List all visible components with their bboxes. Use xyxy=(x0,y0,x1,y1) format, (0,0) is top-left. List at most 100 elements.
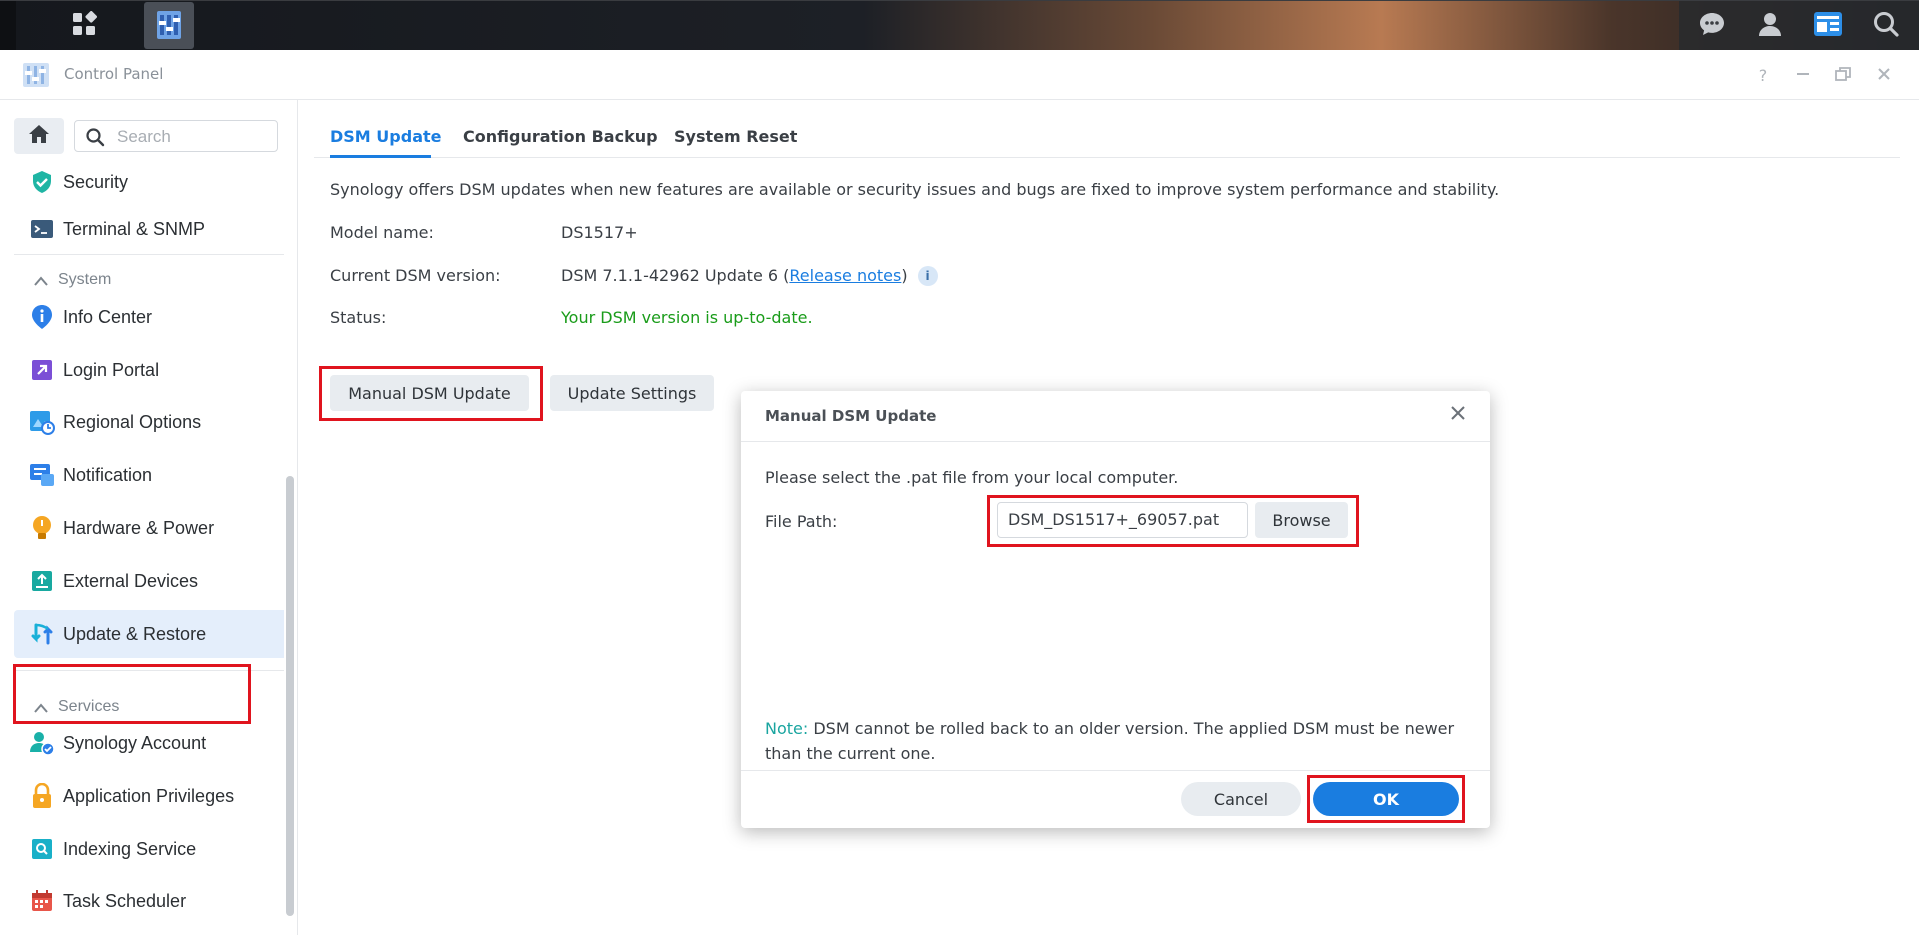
section-header-services[interactable]: Services xyxy=(34,695,119,719)
sidebar-item-label: Indexing Service xyxy=(63,838,197,859)
sidebar-item-synology-account[interactable]: Synology Account xyxy=(14,719,284,767)
model-name-value: DS1517+ xyxy=(561,223,638,242)
note-prefix: Note: xyxy=(765,719,809,738)
terminal-icon xyxy=(29,216,55,242)
shield-icon xyxy=(29,169,55,195)
update-settings-button[interactable]: Update Settings xyxy=(550,375,714,411)
sidebar-item-label: Regional Options xyxy=(63,411,202,432)
model-name-label: Model name: xyxy=(330,223,434,242)
indexing-icon xyxy=(29,836,55,862)
file-path-input[interactable]: DSM_DS1517+_69057.pat xyxy=(997,502,1248,538)
home-button[interactable] xyxy=(14,118,64,154)
status-label: Status: xyxy=(330,308,387,327)
close-icon xyxy=(1877,66,1891,85)
sidebar-item-task-scheduler[interactable]: Task Scheduler xyxy=(14,877,284,925)
sidebar-item-label: Hardware & Power xyxy=(63,517,215,538)
close-button[interactable] xyxy=(1873,64,1895,86)
manual-dsm-update-button[interactable]: Manual DSM Update xyxy=(330,375,529,411)
sidebar-scrollbar[interactable] xyxy=(286,476,294,916)
dialog-close-button[interactable] xyxy=(1446,403,1470,427)
minimize-icon xyxy=(1796,66,1810,85)
dsm-version-text: DSM 7.1.1-42962 Update 6 ( xyxy=(561,266,790,285)
search-input[interactable] xyxy=(115,125,274,149)
chevron-up-icon xyxy=(34,698,48,717)
sidebar: Security Terminal & SNMP System Info Cen… xyxy=(0,100,298,935)
sidebar-item-label: Terminal & SNMP xyxy=(63,218,206,239)
release-notes-link[interactable]: Release notes xyxy=(789,266,901,285)
maximize-button[interactable] xyxy=(1832,64,1854,86)
sidebar-item-label: Security xyxy=(63,171,129,192)
widgets-button[interactable] xyxy=(1803,1,1853,51)
sidebar-item-terminal-snmp[interactable]: Terminal & SNMP xyxy=(14,205,284,253)
calendar-icon xyxy=(29,888,55,914)
sidebar-item-label: Notification xyxy=(63,464,153,485)
control-panel-window: Control Panel ? Securi xyxy=(0,50,1919,935)
status-value: Your DSM version is up-to-date. xyxy=(561,308,813,327)
control-panel-app-icon xyxy=(154,7,184,45)
synology-account-icon xyxy=(29,730,55,756)
login-portal-icon xyxy=(29,357,55,383)
dialog-title: Manual DSM Update xyxy=(765,407,937,425)
taskbar xyxy=(0,0,1919,51)
sidebar-item-label: Update & Restore xyxy=(63,623,207,644)
sidebar-item-label: Task Scheduler xyxy=(63,890,187,911)
section-label: System xyxy=(58,271,112,288)
sidebar-item-label: External Devices xyxy=(63,570,199,591)
dialog-footer-divider xyxy=(741,770,1490,771)
chat-button[interactable] xyxy=(1687,1,1737,51)
tabs-divider xyxy=(314,157,1900,158)
control-panel-taskbar-button[interactable] xyxy=(144,2,194,49)
dsm-version-suffix: ) xyxy=(901,266,908,285)
note-text: DSM cannot be rolled back to an older ve… xyxy=(765,719,1455,763)
ok-button[interactable]: OK xyxy=(1313,782,1459,816)
home-icon xyxy=(28,124,50,148)
file-path-label: File Path: xyxy=(765,512,838,531)
sidebar-search[interactable] xyxy=(74,120,278,152)
help-button[interactable]: ? xyxy=(1752,64,1774,86)
sidebar-item-security[interactable]: Security xyxy=(14,162,284,202)
sidebar-item-label: Info Center xyxy=(63,306,153,327)
minimize-button[interactable] xyxy=(1792,64,1814,86)
update-description: Synology offers DSM updates when new fea… xyxy=(330,180,1500,199)
sidebar-item-label: Application Privileges xyxy=(63,785,235,806)
sidebar-item-regional-options[interactable]: Regional Options xyxy=(14,398,284,446)
active-tab-indicator xyxy=(330,155,431,158)
cancel-button[interactable]: Cancel xyxy=(1181,782,1301,816)
sidebar-item-login-portal[interactable]: Login Portal xyxy=(14,346,284,394)
sidebar-item-label: Synology Account xyxy=(63,732,207,753)
external-devices-icon xyxy=(29,568,55,594)
taskbar-edge xyxy=(0,1,16,51)
tab-system-reset[interactable]: System Reset xyxy=(674,122,797,162)
dsm-version-label: Current DSM version: xyxy=(330,266,501,285)
section-header-system[interactable]: System xyxy=(34,268,111,292)
notification-icon xyxy=(29,462,55,488)
sidebar-divider xyxy=(14,670,284,671)
widgets-icon xyxy=(1813,10,1843,42)
chat-icon xyxy=(1698,10,1726,42)
window-title: Control Panel xyxy=(64,65,164,83)
search-icon xyxy=(1872,10,1900,42)
update-restore-icon xyxy=(29,621,55,647)
sidebar-item-external-devices[interactable]: External Devices xyxy=(14,557,284,605)
user-button[interactable] xyxy=(1745,1,1795,51)
dialog-header-divider xyxy=(741,441,1490,442)
control-panel-app-icon xyxy=(22,62,50,88)
hardware-power-icon xyxy=(29,515,55,541)
sidebar-item-update-restore[interactable]: Update & Restore xyxy=(14,610,284,658)
search-icon xyxy=(85,127,105,151)
tab-configuration-backup[interactable]: Configuration Backup xyxy=(463,122,658,162)
browse-button[interactable]: Browse xyxy=(1255,502,1348,538)
close-icon xyxy=(1450,405,1466,425)
main-menu-button[interactable] xyxy=(59,1,109,51)
sidebar-item-hardware-power[interactable]: Hardware & Power xyxy=(14,504,284,552)
sidebar-item-info-center[interactable]: Info Center xyxy=(14,293,284,341)
sidebar-item-indexing-service[interactable]: Indexing Service xyxy=(14,825,284,873)
global-search-button[interactable] xyxy=(1861,1,1911,51)
taskbar-tray xyxy=(1679,1,1919,51)
dialog-instruction: Please select the .pat file from your lo… xyxy=(765,468,1179,487)
info-icon[interactable]: i xyxy=(917,266,938,286)
sidebar-item-application-privileges[interactable]: Application Privileges xyxy=(14,772,284,820)
help-icon: ? xyxy=(1758,65,1768,85)
sidebar-divider xyxy=(14,254,284,255)
sidebar-item-notification[interactable]: Notification xyxy=(14,451,284,499)
